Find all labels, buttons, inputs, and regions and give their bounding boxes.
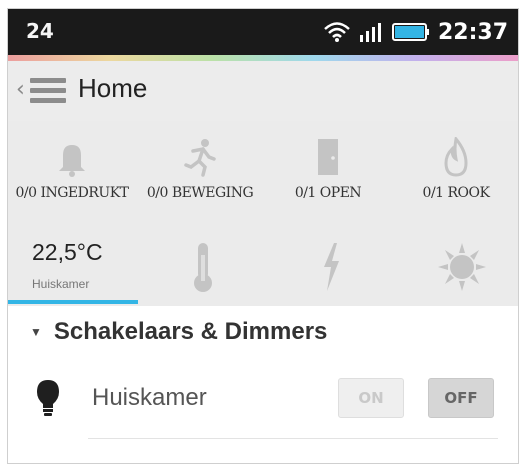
sensor-door[interactable]: 0/1 OPEN bbox=[264, 137, 392, 201]
thermometer-icon[interactable] bbox=[192, 241, 214, 293]
running-man-icon bbox=[184, 139, 216, 177]
temperature-value[interactable]: 22,5°C bbox=[32, 239, 103, 266]
sensor-label: 0/1 OPEN bbox=[294, 185, 362, 201]
switches-section: ▼ Schakelaars & Dimmers Huiskamer ON OFF bbox=[8, 306, 518, 463]
battery-icon bbox=[391, 23, 429, 41]
app-frame: 24 22:37 ‹ Home 0/0 INGEDRUKT 0/0 BEWEGI… bbox=[7, 8, 519, 464]
wifi-icon bbox=[324, 22, 350, 42]
section-header[interactable]: ▼ Schakelaars & Dimmers bbox=[30, 318, 327, 346]
action-bar: ‹ Home bbox=[8, 61, 518, 121]
sun-icon[interactable] bbox=[436, 243, 488, 291]
sensor-label: 0/1 ROOK bbox=[422, 185, 490, 201]
hamburger-icon[interactable] bbox=[30, 78, 66, 106]
section-title: Schakelaars & Dimmers bbox=[53, 318, 328, 345]
bell-icon bbox=[59, 145, 85, 177]
switch-label: Huiskamer bbox=[92, 384, 207, 411]
notification-count: 24 bbox=[26, 19, 54, 43]
sensor-motion[interactable]: 0/0 BEWEGING bbox=[136, 137, 264, 201]
sensor-label: 0/0 BEWEGING bbox=[146, 185, 254, 201]
signal-icon bbox=[359, 23, 381, 42]
row-divider bbox=[88, 438, 498, 439]
flame-icon bbox=[444, 137, 468, 177]
page-title: Home bbox=[78, 73, 148, 103]
on-button[interactable]: ON bbox=[338, 378, 404, 418]
lightning-icon[interactable] bbox=[320, 241, 342, 293]
door-icon bbox=[318, 139, 338, 175]
temperature-room: Huiskamer bbox=[32, 277, 90, 291]
active-tab-indicator bbox=[8, 300, 138, 304]
back-chevron-icon[interactable]: ‹ bbox=[16, 79, 25, 101]
sensor-buttons[interactable]: 0/0 INGEDRUKT bbox=[8, 141, 136, 201]
lightbulb-icon bbox=[37, 380, 59, 416]
status-icons: 22:37 bbox=[324, 17, 508, 47]
sensor-smoke[interactable]: 0/1 ROOK bbox=[392, 137, 518, 201]
sensor-grid: 0/0 INGEDRUKT 0/0 BEWEGING 0/1 OPEN 0/1 … bbox=[8, 121, 518, 306]
collapse-caret-icon: ▼ bbox=[30, 325, 42, 339]
list-item: Huiskamer ON OFF bbox=[8, 370, 518, 432]
status-bar: 24 22:37 bbox=[8, 9, 518, 55]
clock: 22:37 bbox=[437, 19, 508, 45]
off-button[interactable]: OFF bbox=[428, 378, 494, 418]
sensor-label: 0/0 INGEDRUKT bbox=[15, 185, 129, 201]
